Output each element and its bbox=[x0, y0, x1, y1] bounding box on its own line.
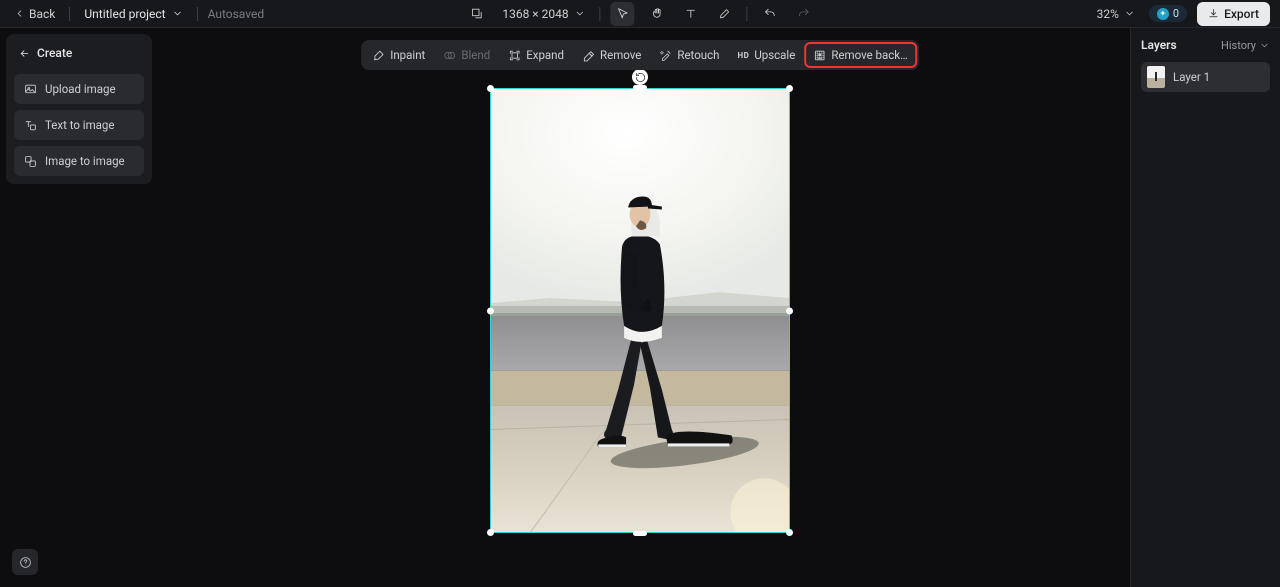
upscale-button[interactable]: HD Upscale bbox=[729, 43, 803, 67]
remove-button[interactable]: Remove bbox=[574, 43, 649, 67]
remove-bg-icon bbox=[813, 49, 826, 62]
chevron-left-icon bbox=[14, 8, 25, 19]
upload-image-button[interactable]: Upload image bbox=[14, 74, 144, 104]
topbar: Back Untitled project Autosaved 1368 × 2… bbox=[0, 0, 1280, 28]
hand-tool[interactable] bbox=[645, 2, 669, 26]
zoom-label: 32% bbox=[1097, 7, 1119, 21]
inpaint-icon bbox=[372, 49, 385, 62]
text-tool[interactable] bbox=[679, 2, 703, 26]
hand-icon bbox=[650, 7, 663, 20]
insert-left-icon bbox=[18, 47, 31, 60]
canvas-resize-icon bbox=[470, 7, 483, 20]
undo-button[interactable] bbox=[758, 2, 782, 26]
resize-handle-s[interactable] bbox=[633, 531, 647, 536]
resize-handle-nw[interactable] bbox=[487, 85, 494, 92]
select-tool[interactable] bbox=[611, 2, 635, 26]
rotate-handle[interactable] bbox=[632, 69, 648, 85]
cursor-icon bbox=[616, 7, 629, 20]
resize-handle-n[interactable] bbox=[633, 85, 647, 90]
inpaint-button[interactable]: Inpaint bbox=[364, 43, 433, 67]
context-toolbar: Inpaint Blend Expand Remove Retouch HD U… bbox=[361, 40, 919, 70]
chevron-down-icon bbox=[575, 8, 586, 19]
redo-icon bbox=[797, 7, 810, 20]
export-button[interactable]: Export bbox=[1197, 2, 1270, 26]
layers-title: Layers bbox=[1141, 38, 1177, 52]
autosave-status: Autosaved bbox=[208, 7, 265, 21]
layers-panel: Layers History Layer 1 bbox=[1130, 28, 1280, 587]
upscale-icon: HD bbox=[737, 51, 749, 60]
divider bbox=[69, 7, 70, 21]
resize-handle-ne[interactable] bbox=[786, 85, 793, 92]
layer-name: Layer 1 bbox=[1173, 70, 1210, 84]
divider bbox=[197, 7, 198, 21]
divider bbox=[747, 7, 748, 21]
create-panel-title: Create bbox=[14, 42, 144, 68]
credits-icon: ✦ bbox=[1157, 8, 1169, 20]
undo-icon bbox=[763, 7, 776, 20]
divider bbox=[600, 7, 601, 21]
image-to-image-button[interactable]: Image to image bbox=[14, 146, 144, 176]
retouch-icon bbox=[659, 49, 672, 62]
upload-image-icon bbox=[24, 83, 37, 96]
expand-icon bbox=[508, 49, 521, 62]
chevron-down-icon bbox=[1259, 40, 1270, 51]
image-to-image-label: Image to image bbox=[45, 154, 125, 168]
resize-handle-sw[interactable] bbox=[487, 529, 494, 536]
credits-pill[interactable]: ✦ 0 bbox=[1149, 5, 1187, 22]
canvas-size-dropdown[interactable]: 1368 × 2048 bbox=[498, 5, 589, 23]
text-to-image-icon bbox=[24, 119, 37, 132]
remove-background-button[interactable]: Remove back… bbox=[805, 43, 915, 67]
help-icon bbox=[19, 556, 32, 569]
back-button[interactable]: Back bbox=[10, 5, 59, 23]
redo-button[interactable] bbox=[792, 2, 816, 26]
retouch-button[interactable]: Retouch bbox=[651, 43, 727, 67]
download-icon bbox=[1208, 8, 1219, 19]
text-icon bbox=[684, 7, 697, 20]
selection-box[interactable] bbox=[490, 88, 790, 533]
text-to-image-label: Text to image bbox=[45, 118, 114, 132]
upload-image-label: Upload image bbox=[45, 82, 116, 96]
image-to-image-icon bbox=[24, 155, 37, 168]
text-to-image-button[interactable]: Text to image bbox=[14, 110, 144, 140]
expand-button[interactable]: Expand bbox=[500, 43, 572, 67]
resize-handle-e[interactable] bbox=[786, 307, 793, 314]
remove-icon bbox=[582, 49, 595, 62]
canvas-image[interactable] bbox=[491, 89, 789, 532]
blend-icon bbox=[443, 49, 456, 62]
export-label: Export bbox=[1224, 7, 1259, 21]
blend-button: Blend bbox=[435, 43, 498, 67]
back-label: Back bbox=[29, 7, 55, 21]
create-panel: Create Upload image Text to image Image … bbox=[6, 34, 152, 184]
help-button[interactable] bbox=[12, 549, 38, 575]
brush-icon bbox=[718, 7, 731, 20]
project-name: Untitled project bbox=[84, 7, 165, 21]
resize-handle-w[interactable] bbox=[487, 307, 494, 314]
layer-row[interactable]: Layer 1 bbox=[1141, 62, 1270, 92]
credits-count: 0 bbox=[1173, 7, 1179, 20]
chevron-down-icon bbox=[1124, 8, 1135, 19]
resize-handle-se[interactable] bbox=[786, 529, 793, 536]
canvas[interactable] bbox=[0, 28, 1130, 587]
history-dropdown[interactable]: History bbox=[1221, 39, 1270, 52]
layer-thumbnail bbox=[1147, 66, 1165, 88]
canvas-size-label: 1368 × 2048 bbox=[502, 7, 568, 21]
canvas-settings-button[interactable] bbox=[464, 2, 488, 26]
zoom-dropdown[interactable]: 32% bbox=[1093, 5, 1139, 23]
chevron-down-icon bbox=[172, 8, 183, 19]
brush-tool[interactable] bbox=[713, 2, 737, 26]
project-name-dropdown[interactable]: Untitled project bbox=[80, 5, 186, 23]
